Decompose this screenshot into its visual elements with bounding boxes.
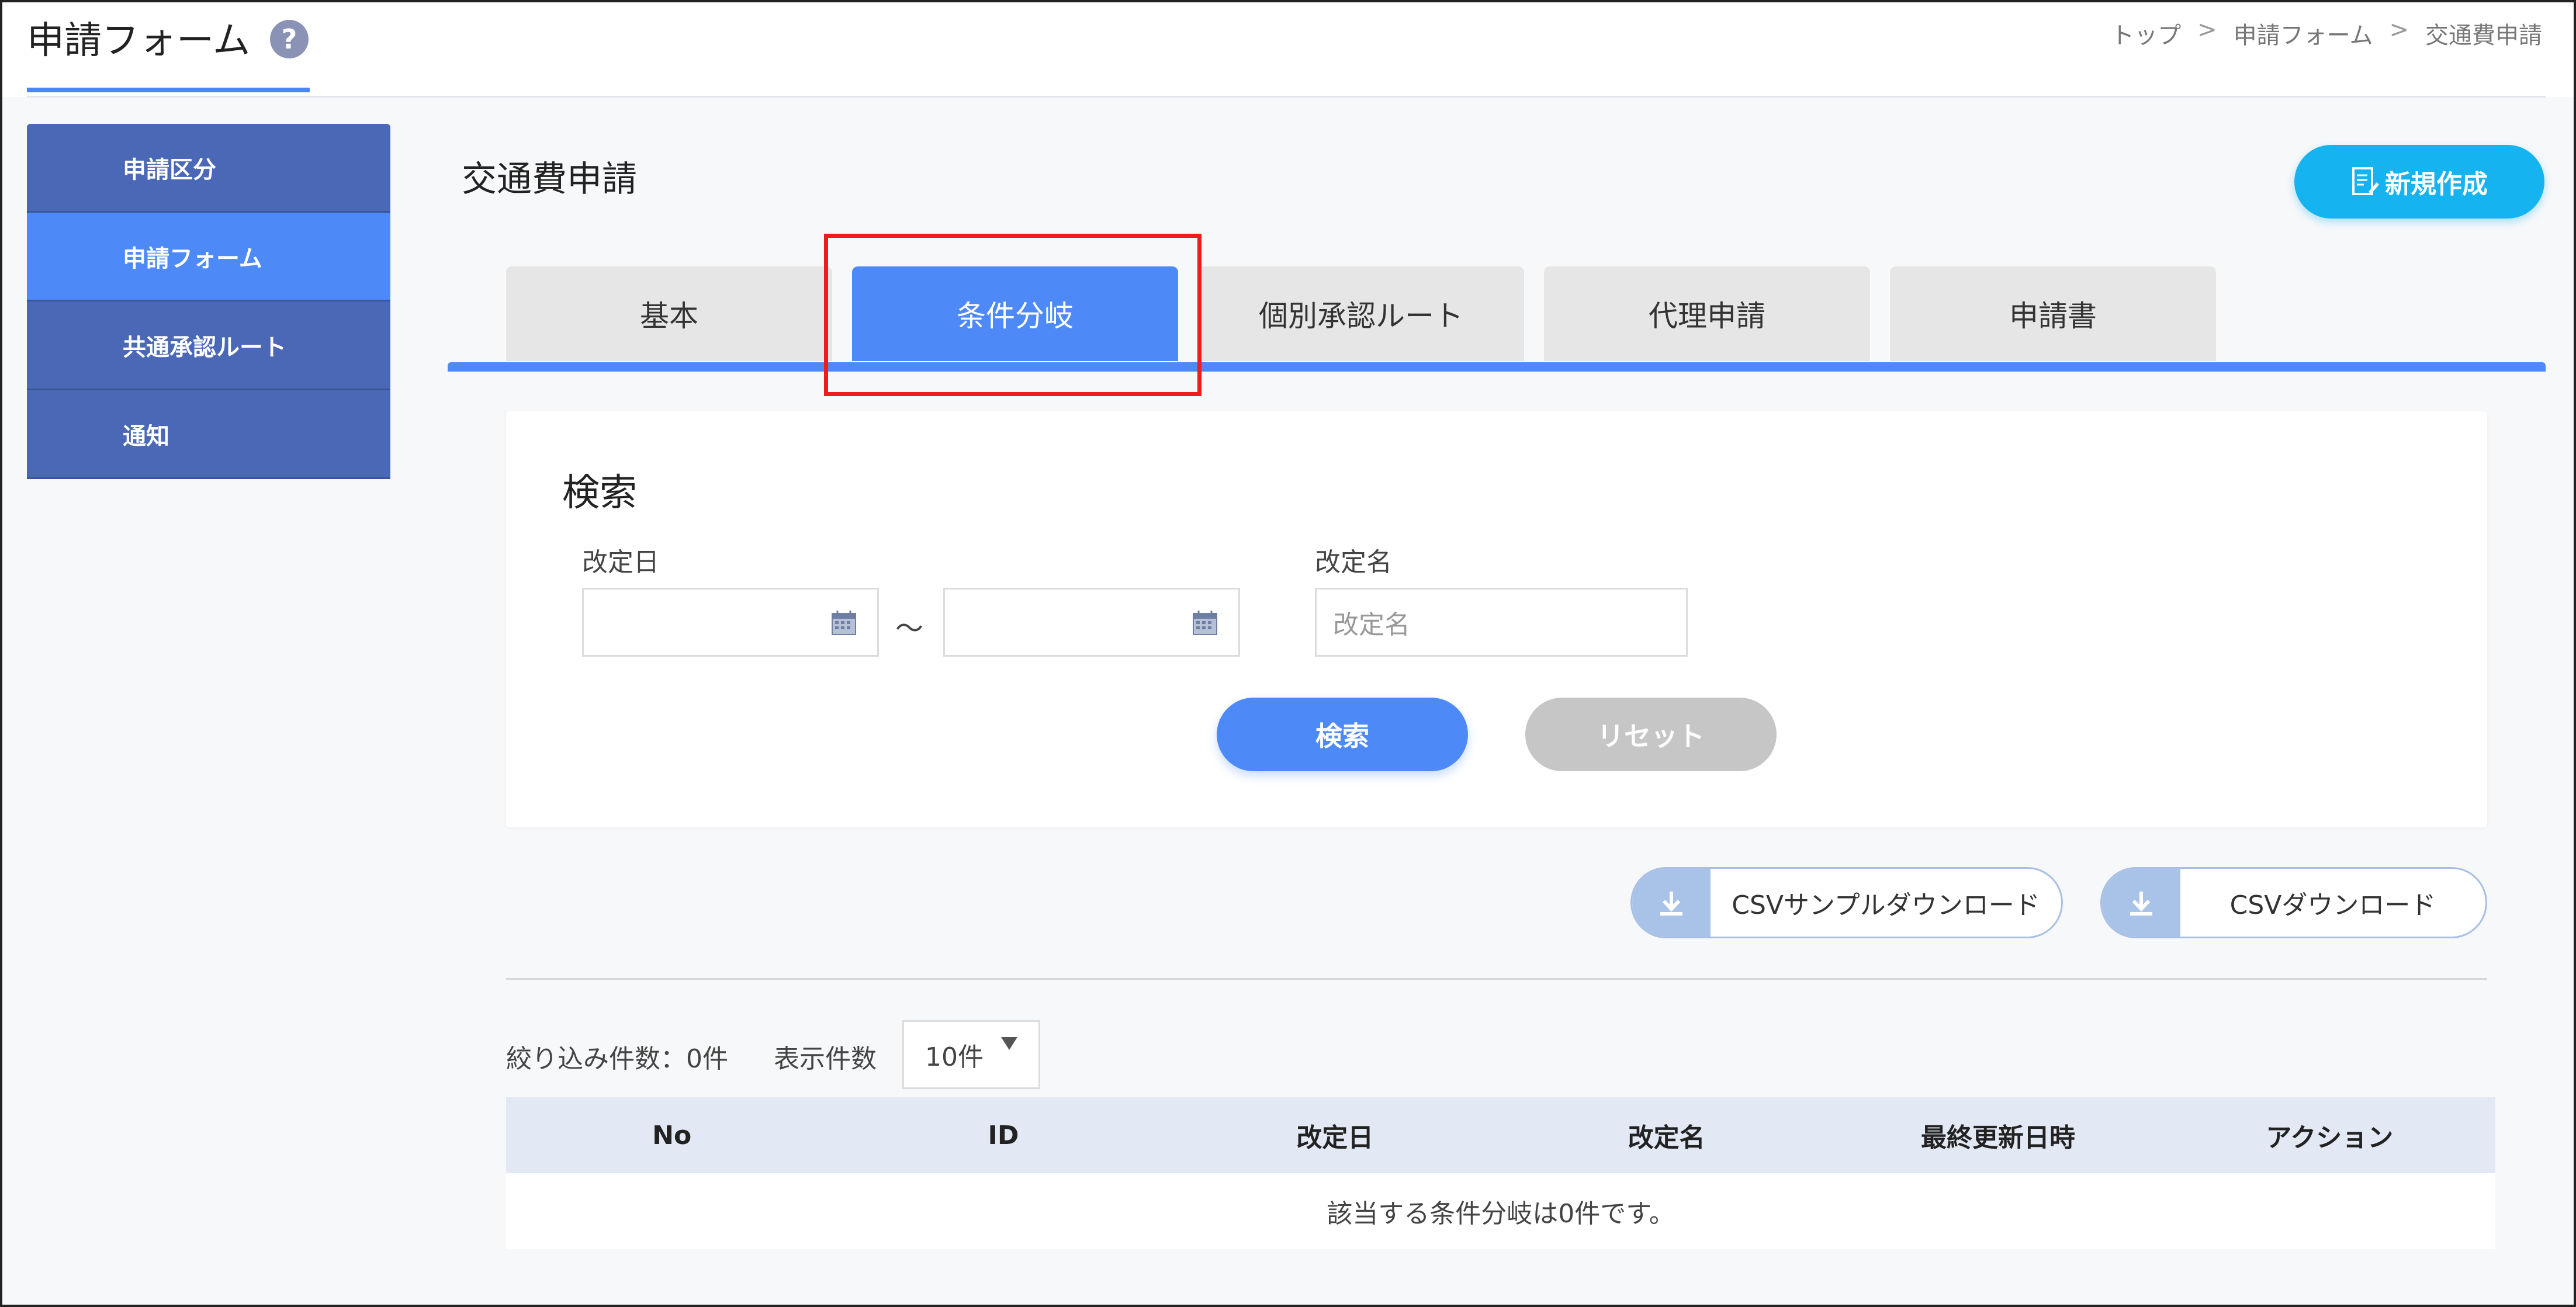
filter-count: 絞り込み件数：0件 — [506, 1044, 728, 1074]
app-title: 申請フォーム — [27, 19, 251, 63]
tab-underline — [448, 362, 2546, 372]
csv-sample-download-button[interactable]: CSVサンプルダウンロード — [1630, 867, 2063, 938]
csv-download-label: CSVダウンロード — [2229, 890, 2436, 920]
results-table: No ID 改定日 改定名 最終更新日時 アクション 該当する条件分岐は0件です… — [506, 1097, 2495, 1249]
breadcrumb-separator: > — [2197, 16, 2217, 43]
column-header-revision-date: 改定日 — [1296, 1123, 1374, 1153]
sidebar: 申請区分 申請フォーム 共通承認ルート 通知 — [27, 124, 390, 479]
title-underline — [27, 88, 310, 92]
section-divider — [506, 978, 2487, 980]
breadcrumb-separator: > — [2389, 16, 2409, 43]
download-icon-box — [2102, 869, 2180, 937]
download-icon — [2130, 892, 2152, 916]
range-separator: ～ — [895, 612, 924, 645]
csv-download-button[interactable]: CSVダウンロード — [2100, 867, 2487, 938]
breadcrumb-top[interactable]: トップ — [2111, 16, 2181, 50]
tab-bar: 基本 条件分岐 個別承認ルート 代理申請 申請書 — [506, 266, 2216, 361]
new-document-icon — [2352, 167, 2379, 195]
sidebar-item-application-form[interactable]: 申請フォーム — [27, 213, 390, 301]
caret-down-icon — [1001, 1037, 1017, 1050]
per-page-select[interactable]: 10件 — [902, 1020, 1040, 1089]
reset-button[interactable]: リセット — [1525, 698, 1777, 771]
sidebar-item-application-category[interactable]: 申請区分 — [27, 124, 390, 213]
tab-basic[interactable]: 基本 — [506, 266, 832, 361]
search-button[interactable]: 検索 — [1217, 698, 1468, 771]
help-icon[interactable]: ? — [270, 20, 309, 58]
page-header: 申請フォーム ? トップ > 申請フォーム > 交通費申請 — [2, 2, 2574, 98]
revision-date-to-input[interactable] — [943, 588, 1240, 657]
download-icon — [1660, 892, 1682, 916]
column-header-action: アクション — [2266, 1123, 2394, 1153]
table-header: No ID 改定日 改定名 最終更新日時 アクション — [506, 1097, 2495, 1173]
page-title: 交通費申請 — [462, 159, 637, 200]
tab-application-document[interactable]: 申請書 — [1890, 266, 2216, 361]
app-window: 申請フォーム ? トップ > 申請フォーム > 交通費申請 申請区分 申請フォー… — [0, 0, 2576, 1307]
search-panel: 検索 改定日 ～ 改定名 改定名 検索 リセット — [506, 411, 2487, 827]
column-header-revision-name: 改定名 — [1628, 1123, 1705, 1153]
download-icon-box — [1632, 869, 1711, 937]
new-create-button[interactable]: 新規作成 — [2294, 145, 2544, 219]
calendar-icon[interactable] — [1192, 609, 1218, 636]
breadcrumb: トップ > 申請フォーム > 交通費申請 — [2111, 16, 2542, 50]
per-page-label: 表示件数 — [774, 1044, 877, 1074]
revision-date-label: 改定日 — [582, 547, 659, 577]
breadcrumb-current: 交通費申請 — [2425, 22, 2542, 49]
breadcrumb-form[interactable]: 申請フォーム — [2234, 16, 2373, 50]
revision-name-placeholder: 改定名 — [1333, 610, 1410, 640]
tab-individual-approval-route[interactable]: 個別承認ルート — [1198, 266, 1524, 361]
sidebar-item-common-approval-route[interactable]: 共通承認ルート — [27, 301, 390, 390]
new-create-label: 新規作成 — [2385, 169, 2488, 199]
calendar-icon[interactable] — [830, 609, 857, 636]
column-header-no: No — [652, 1120, 692, 1150]
revision-date-from-input[interactable] — [582, 588, 879, 657]
per-page-value: 10件 — [925, 1042, 984, 1072]
column-header-id: ID — [988, 1120, 1019, 1150]
revision-name-label: 改定名 — [1315, 547, 1392, 577]
sidebar-item-notification[interactable]: 通知 — [27, 390, 390, 479]
header-divider — [27, 96, 2546, 98]
csv-sample-download-label: CSVサンプルダウンロード — [1732, 890, 2040, 920]
revision-name-input[interactable]: 改定名 — [1315, 588, 1688, 657]
tab-proxy-application[interactable]: 代理申請 — [1544, 266, 1870, 361]
empty-message: 該当する条件分岐は0件です。 — [506, 1173, 2495, 1249]
search-title: 検索 — [562, 472, 637, 515]
column-header-last-updated: 最終更新日時 — [1920, 1123, 2075, 1153]
highlight-box — [824, 234, 1202, 396]
